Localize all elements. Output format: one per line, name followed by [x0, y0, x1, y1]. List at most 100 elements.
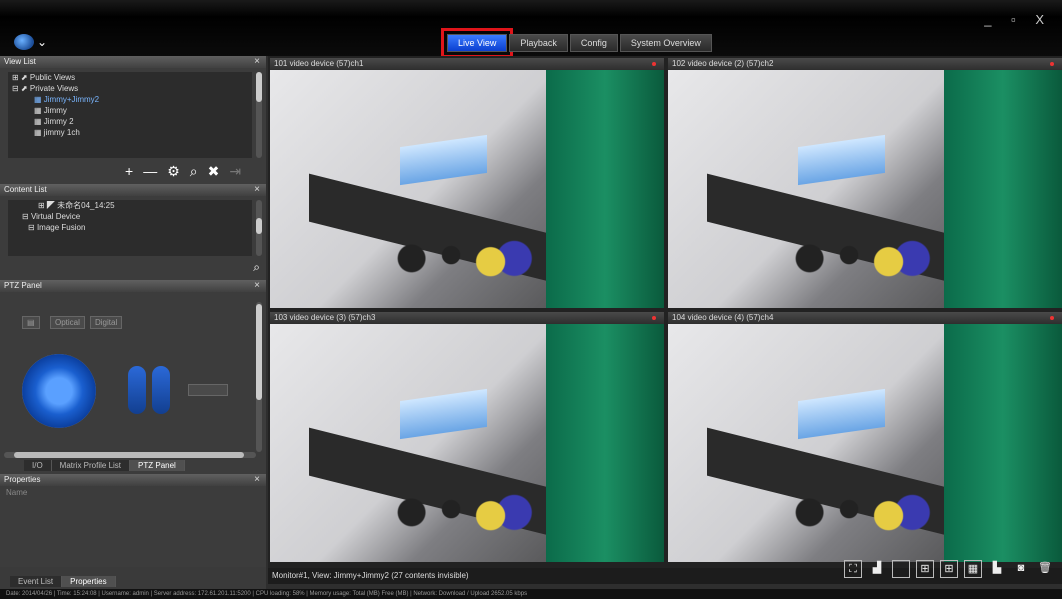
tools-icon[interactable]: ✖: [208, 163, 220, 180]
tab-ptz-panel[interactable]: PTZ Panel: [130, 460, 185, 471]
tab-system-overview[interactable]: System Overview: [619, 34, 712, 52]
pip-layout-icon[interactable]: ▟: [868, 560, 886, 578]
ptz-joystick[interactable]: [22, 354, 96, 428]
scrollbar-thumb[interactable]: [256, 218, 262, 234]
horizontal-scrollbar[interactable]: [4, 452, 256, 458]
speed-slider[interactable]: [188, 384, 228, 396]
remove-icon[interactable]: —: [143, 163, 157, 180]
scene-window: [798, 389, 885, 440]
tab-event-list[interactable]: Event List: [10, 576, 63, 587]
view-list-toolbar: + — ⚙ ⌕ ✖ ⇥: [125, 163, 241, 180]
scene-window: [400, 389, 487, 440]
digital-button[interactable]: Digital: [90, 316, 123, 329]
cell-title: 101 video device (57)ch1: [274, 59, 364, 68]
view-list-panel: ⊞ ⬈ Public Views ⊟ ⬈ Private Views ▦ Jim…: [0, 68, 266, 184]
content-list-tree: ⊞ ◤ 未命名04_14:25 ⊟ Virtual Device ⊟ Image…: [8, 200, 252, 256]
tab-properties[interactable]: Properties: [62, 576, 116, 587]
cell-title-bar: 104 video device (4) (57)ch4: [668, 312, 1062, 324]
cell-title: 103 video device (3) (57)ch3: [274, 313, 376, 322]
close-icon[interactable]: ×: [254, 474, 260, 486]
tree-item-view[interactable]: ▦ jimmy 1ch: [8, 127, 252, 138]
view-list-title: View List: [4, 57, 36, 66]
tree-label: Jimmy 2: [43, 117, 74, 126]
tree-item-image-fusion[interactable]: ⊟ Image Fusion: [8, 222, 252, 233]
tree-label: Jimmy: [43, 106, 67, 115]
search-icon[interactable]: ⌕: [253, 260, 260, 275]
trash-icon[interactable]: 🗑: [1036, 560, 1054, 578]
recording-indicator: [652, 316, 656, 320]
video-cell[interactable]: 102 video device (2) (57)ch2: [668, 58, 1062, 308]
left-column: View List × ⊞ ⬈ Public Views ⊟ ⬈ Private…: [0, 56, 266, 589]
tree-label: Virtual Device: [30, 212, 81, 221]
app-logo-icon[interactable]: [14, 34, 34, 50]
tree-label: Public Views: [29, 73, 76, 82]
search-icon[interactable]: ⌕: [190, 163, 198, 180]
view-list-header: View List ×: [0, 56, 266, 68]
fullscreen-icon[interactable]: ⛶: [844, 560, 862, 578]
layout-1plus-icon[interactable]: ⊞: [940, 560, 958, 578]
ptz-panel-header: PTZ Panel ×: [0, 280, 266, 292]
tree-label: jimmy 1ch: [43, 128, 80, 137]
close-icon[interactable]: ×: [254, 184, 260, 196]
tab-playback[interactable]: Playback: [509, 34, 568, 52]
layout-toolbar: ⛶ ▟ ⊞ ⊞ ▦ ▙ ◙ 🗑: [844, 560, 1054, 578]
ptz-bottom-tabs: I/O Matrix Profile List PTZ Panel: [24, 460, 185, 471]
layout-3x3-icon[interactable]: ▦: [964, 560, 982, 578]
cell-title-bar: 101 video device (57)ch1: [270, 58, 664, 70]
tree-item-public-views[interactable]: ⊞ ⬈ Public Views: [8, 72, 252, 83]
chevron-down-icon[interactable]: ⌄: [37, 35, 47, 49]
zoom-control[interactable]: [128, 366, 146, 414]
scrollbar[interactable]: [256, 302, 262, 452]
cell-title: 102 video device (2) (57)ch2: [672, 59, 774, 68]
top-bar: ⌄ _ ▫ X Live View Playback Config System…: [0, 0, 1062, 58]
video-cell[interactable]: 101 video device (57)ch1: [270, 58, 664, 308]
ptz-mode-icon[interactable]: ▤: [22, 316, 40, 329]
tree-item-virtual-device[interactable]: ⊟ Virtual Device: [8, 211, 252, 222]
layout-2x2-icon[interactable]: ⊞: [916, 560, 934, 578]
export-icon[interactable]: ⇥: [229, 163, 241, 180]
scene-pillar: [943, 70, 1062, 308]
scrollbar-thumb[interactable]: [256, 72, 262, 102]
scene-pillar: [545, 70, 664, 308]
tab-matrix-profile-list[interactable]: Matrix Profile List: [51, 460, 131, 471]
window-controls[interactable]: _ ▫ X: [984, 12, 1052, 27]
camera-feed: [668, 70, 1062, 308]
properties-header: Properties ×: [0, 474, 266, 486]
tree-item-view[interactable]: ▦ Jimmy 2: [8, 116, 252, 127]
scene-window: [400, 135, 487, 186]
camera-icon[interactable]: ◙: [1012, 560, 1030, 578]
layout-1x1-icon[interactable]: [892, 560, 910, 578]
video-cell[interactable]: 103 video device (3) (57)ch3: [270, 312, 664, 562]
tab-live-view[interactable]: Live View: [440, 28, 514, 58]
scrollbar-thumb[interactable]: [14, 452, 244, 458]
close-icon[interactable]: ×: [254, 280, 260, 292]
left-footer-tabs: Event List Properties: [10, 576, 116, 587]
recording-indicator: [1050, 316, 1054, 320]
optical-button[interactable]: Optical: [50, 316, 85, 329]
focus-control[interactable]: [152, 366, 170, 414]
tab-config[interactable]: Config: [569, 34, 618, 52]
close-icon[interactable]: ×: [254, 56, 260, 68]
add-icon[interactable]: +: [125, 163, 133, 180]
layout-custom-icon[interactable]: ▙: [988, 560, 1006, 578]
property-name-label: Name: [6, 488, 28, 497]
video-cell[interactable]: 104 video device (4) (57)ch4: [668, 312, 1062, 562]
main-tabs: Live View Playback Config System Overvie…: [440, 28, 714, 58]
scrollbar[interactable]: [256, 200, 262, 256]
tab-io[interactable]: I/O: [24, 460, 52, 471]
cell-title-bar: 103 video device (3) (57)ch3: [270, 312, 664, 324]
scrollbar[interactable]: [256, 72, 262, 158]
scene-pillar: [943, 324, 1062, 562]
content-list-title: Content List: [4, 185, 47, 194]
tree-item-view[interactable]: ▦ Jimmy+Jimmy2: [8, 94, 252, 105]
tree-item-device[interactable]: ⊞ ◤ 未命名04_14:25: [8, 200, 252, 211]
camera-feed: [270, 324, 664, 562]
properties-panel: Name: [0, 486, 266, 567]
scrollbar-thumb[interactable]: [256, 304, 262, 400]
ptz-panel-title: PTZ Panel: [4, 281, 42, 290]
view-list-tree: ⊞ ⬈ Public Views ⊟ ⬈ Private Views ▦ Jim…: [8, 72, 252, 158]
camera-feed: [270, 70, 664, 308]
tree-item-private-views[interactable]: ⊟ ⬈ Private Views: [8, 83, 252, 94]
gear-icon[interactable]: ⚙: [167, 163, 180, 180]
tree-item-view[interactable]: ▦ Jimmy: [8, 105, 252, 116]
